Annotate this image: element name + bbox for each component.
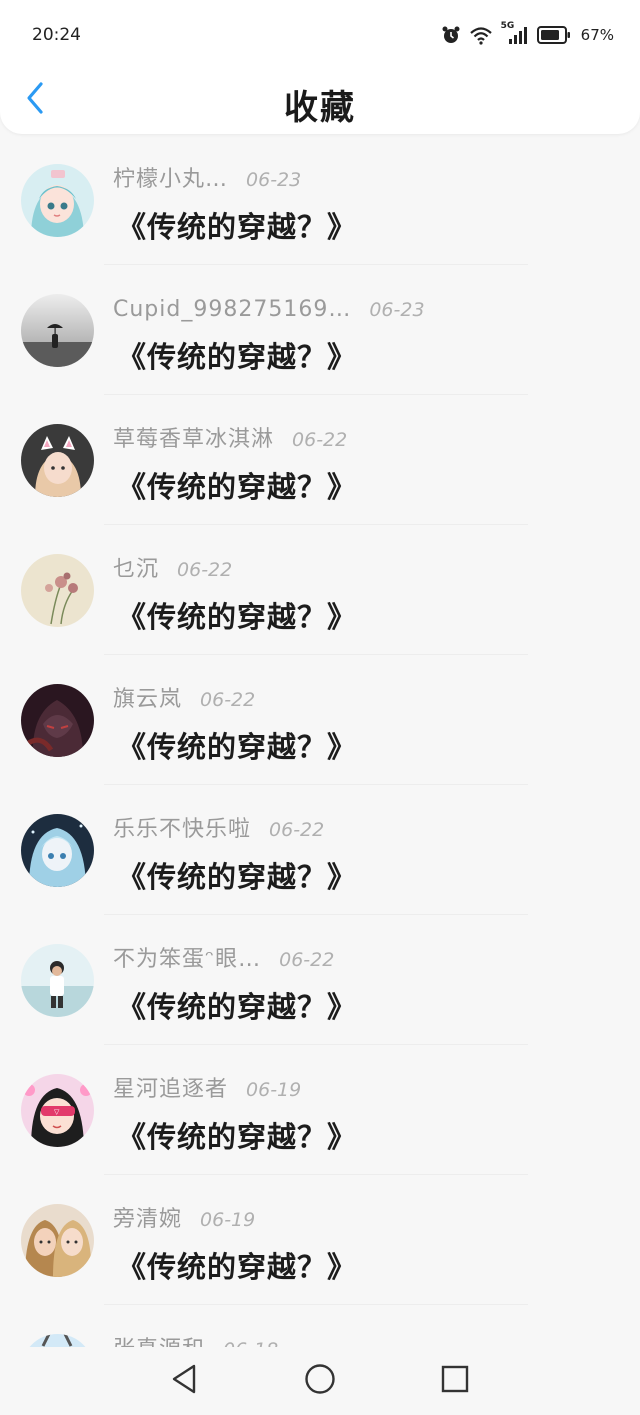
avatar [21, 554, 94, 627]
user-name: 旗云岚 [113, 687, 183, 712]
avatar [21, 814, 94, 887]
avatar [21, 684, 94, 757]
triangle-back-icon [169, 1363, 199, 1399]
top-bar: 20:24 5G 67% 收藏 [0, 0, 640, 134]
item-date: 06-22 [269, 819, 325, 841]
list-item[interactable]: 乐乐不快乐啦 06-22 《传统的穿越？》 [0, 784, 640, 915]
user-name: 张真源和 [113, 1337, 205, 1347]
user-name: 星河追逐者 [113, 1077, 229, 1102]
list-item[interactable]: 不为笨蛋ᵔ眼… 06-22 《传统的穿越？》 [0, 914, 640, 1045]
circle-home-icon [304, 1363, 336, 1399]
item-date: 06-19 [200, 1209, 256, 1231]
favorites-list: 柠檬小丸… 06-23 《传统的穿越？》 Cupid_998275169… 06-2… [0, 134, 640, 1347]
item-title: 《传统的穿越？》 [117, 1120, 358, 1154]
item-meta: 柠檬小丸… 06-23 [113, 164, 301, 196]
item-title: 《传统的穿越？》 [117, 600, 358, 634]
item-date: 06-22 [200, 689, 256, 711]
square-recents-icon [440, 1364, 470, 1398]
list-item[interactable]: 柠檬小丸… 06-23 《传统的穿越？》 [0, 134, 640, 265]
network-type: 5G [500, 21, 515, 31]
item-date: 06-22 [292, 429, 348, 451]
cell-signal-icon: 5G [501, 21, 529, 45]
battery-percent: 67% [580, 26, 614, 44]
item-title: 《传统的穿越？》 [117, 860, 358, 894]
item-title: 《传统的穿越？》 [117, 470, 358, 504]
list-item[interactable]: ▽ 星河追逐者 06-19 《传统的穿越？》 [0, 1044, 640, 1175]
list-item[interactable]: 草莓香草冰淇淋 06-22 《传统的穿越？》 [0, 394, 640, 525]
item-meta: 旁清婉 06-19 [113, 1204, 255, 1236]
svg-text:▽: ▽ [54, 1108, 60, 1116]
nav-back-button[interactable] [162, 1359, 206, 1403]
alarm-icon [441, 25, 461, 45]
avatar [21, 164, 94, 237]
user-name: 草莓香草冰淇淋 [113, 427, 275, 452]
list-item[interactable]: 旗云岚 06-22 《传统的穿越？》 [0, 654, 640, 785]
avatar [21, 944, 94, 1017]
list-item[interactable]: 乜沉 06-22 《传统的穿越？》 [0, 524, 640, 655]
item-meta: 乜沉 06-22 [113, 554, 232, 586]
item-meta: 张真源和 06-18 [113, 1334, 278, 1347]
battery-icon [536, 26, 571, 44]
avatar [21, 424, 94, 497]
item-date: 06-22 [177, 559, 233, 581]
user-name: 乐乐不快乐啦 [113, 817, 252, 842]
list-item[interactable]: 旁清婉 06-19 《传统的穿越？》 [0, 1174, 640, 1305]
user-name: Cupid_998275169… [113, 297, 352, 322]
item-date: 06-19 [246, 1079, 302, 1101]
item-meta: 草莓香草冰淇淋 06-22 [113, 424, 347, 456]
system-nav-bar [0, 1347, 640, 1415]
item-title: 《传统的穿越？》 [117, 210, 358, 244]
item-meta: 不为笨蛋ᵔ眼… 06-22 [113, 944, 334, 976]
item-date: 06-18 [223, 1339, 278, 1347]
avatar: ▽ [21, 1074, 94, 1147]
item-title: 《传统的穿越？》 [117, 340, 358, 374]
item-meta: 星河追逐者 06-19 [113, 1074, 301, 1106]
nav-recents-button[interactable] [433, 1359, 477, 1403]
item-meta: 乐乐不快乐啦 06-22 [113, 814, 324, 846]
item-title: 《传统的穿越？》 [117, 730, 358, 764]
avatar [21, 294, 94, 367]
list-item[interactable]: 张真源和 06-18 [0, 1304, 640, 1347]
user-name: 旁清婉 [113, 1207, 183, 1232]
item-title: 《传统的穿越？》 [117, 990, 358, 1024]
wifi-icon [469, 25, 493, 45]
item-meta: 旗云岚 06-22 [113, 684, 255, 716]
item-title: 《传统的穿越？》 [117, 1250, 358, 1284]
avatar [21, 1204, 94, 1277]
list-item[interactable]: Cupid_998275169… 06-23 《传统的穿越？》 [0, 264, 640, 395]
user-name: 不为笨蛋ᵔ眼… [113, 947, 262, 972]
item-date: 06-22 [279, 949, 335, 971]
item-date: 06-23 [246, 169, 302, 191]
page-title: 收藏 [284, 88, 356, 128]
nav-home-button[interactable] [298, 1359, 342, 1403]
item-date: 06-23 [369, 299, 425, 321]
status-time: 20:24 [32, 25, 81, 45]
avatar [21, 1334, 94, 1347]
status-icons: 5G 67% [441, 21, 614, 48]
user-name: 柠檬小丸… [113, 167, 229, 192]
item-meta: Cupid_998275169… 06-23 [113, 294, 425, 326]
user-name: 乜沉 [113, 557, 160, 582]
